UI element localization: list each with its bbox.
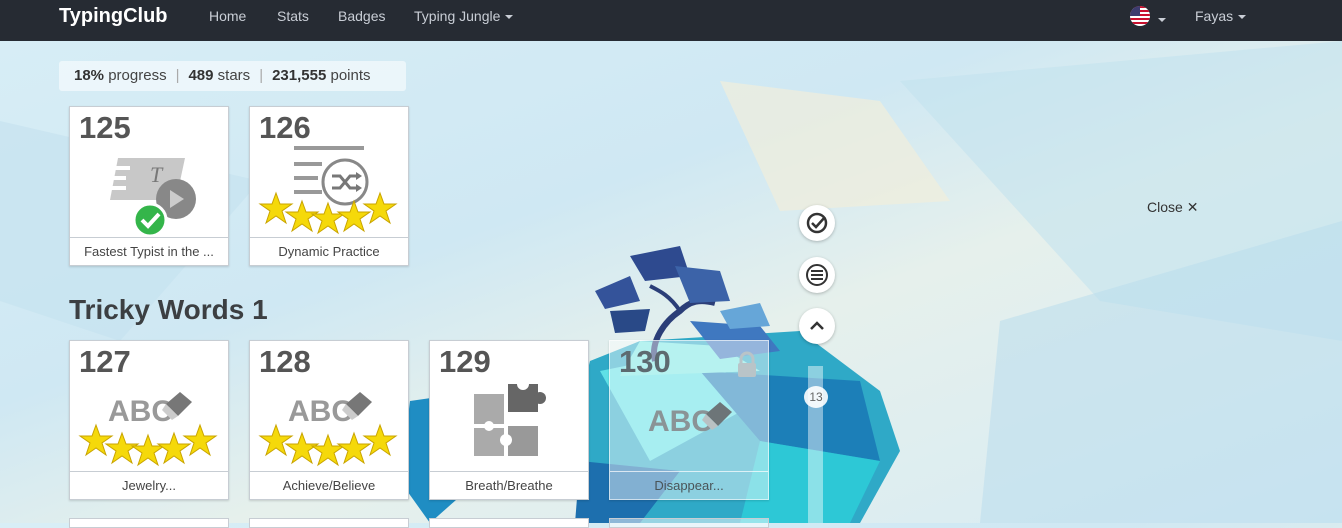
lesson-card-127[interactable]: 127 ABC Jewelry...	[69, 340, 229, 500]
user-menu[interactable]: Fayas	[1195, 8, 1247, 24]
nav-typing-jungle[interactable]: Typing Jungle	[414, 8, 514, 24]
chevron-down-icon	[1238, 15, 1247, 20]
nav-home[interactable]: Home	[209, 8, 246, 24]
lesson-card-peek[interactable]	[249, 518, 409, 528]
hamburger-menu-icon	[806, 264, 828, 286]
brand-logo[interactable]: TypingClub	[59, 5, 168, 28]
us-flag-icon[interactable]	[1130, 6, 1150, 26]
stars-rating	[258, 191, 398, 235]
lesson-card-128[interactable]: 128 ABC Achieve/Believe	[249, 340, 409, 500]
lock-icon	[738, 351, 756, 377]
stars-rating	[78, 423, 218, 467]
lesson-number: 129	[439, 344, 491, 379]
lesson-card-126[interactable]: 126 Dynamic Practice	[249, 106, 409, 266]
close-button[interactable]: Close ✕	[1147, 199, 1198, 216]
language-dropdown-icon[interactable]	[1158, 18, 1166, 22]
progress-summary: 18% progress | 489 stars | 231,555 points	[59, 61, 406, 91]
lesson-card-130[interactable]: 130 ABC Disappear...	[609, 340, 769, 500]
lesson-card-peek[interactable]	[429, 518, 589, 528]
scroll-position-badge: 13	[804, 386, 828, 408]
stars-rating	[258, 423, 398, 467]
svg-text:ABC: ABC	[648, 405, 713, 438]
nav-badges[interactable]: Badges	[338, 8, 385, 24]
stars-label: stars	[217, 67, 251, 84]
progress-label: progress	[108, 67, 167, 84]
puzzle-icon	[474, 378, 546, 456]
chevron-up-icon	[810, 321, 824, 330]
lesson-number: 127	[79, 344, 131, 379]
lesson-label: Dynamic Practice	[250, 237, 408, 265]
stars-value: 489	[188, 67, 214, 84]
check-circle-icon	[806, 212, 828, 234]
lesson-number: 125	[79, 110, 131, 145]
video-play-check-icon: T	[104, 158, 196, 237]
lesson-number: 128	[259, 344, 311, 379]
close-icon: ✕	[1186, 199, 1199, 215]
lesson-label: Achieve/Believe	[250, 471, 408, 499]
progress-value: 18%	[74, 67, 105, 84]
nav-stats[interactable]: Stats	[277, 8, 309, 24]
nav-typing-jungle-label: Typing Jungle	[414, 8, 501, 24]
points-value: 231,555	[272, 67, 327, 84]
check-progress-button[interactable]	[799, 205, 835, 241]
top-navbar: TypingClub Home Stats Badges Typing Jung…	[0, 0, 1342, 41]
scroll-up-button[interactable]	[799, 308, 835, 344]
lesson-number: 130	[619, 344, 671, 379]
lesson-card-peek[interactable]	[69, 518, 229, 528]
menu-button[interactable]	[799, 257, 835, 293]
lesson-label: Breath/Breathe	[430, 471, 588, 499]
lesson-label: Disappear...	[610, 471, 768, 499]
close-label: Close	[1147, 199, 1183, 215]
lesson-card-peek[interactable]	[609, 518, 769, 528]
section-title: Tricky Words 1	[69, 294, 268, 325]
lesson-card-129[interactable]: 129 Breath/Breathe	[429, 340, 589, 500]
abc-eraser-icon: ABC	[648, 402, 732, 438]
lesson-card-125[interactable]: 125 T Fastest Typist in the ...	[69, 106, 229, 266]
chevron-down-icon	[505, 15, 514, 20]
svg-text:T: T	[150, 162, 164, 187]
points-label: points	[330, 67, 371, 84]
lesson-number: 126	[259, 110, 311, 145]
lesson-label: Jewelry...	[70, 471, 228, 499]
lesson-label: Fastest Typist in the ...	[70, 237, 228, 265]
user-name: Fayas	[1195, 8, 1234, 24]
